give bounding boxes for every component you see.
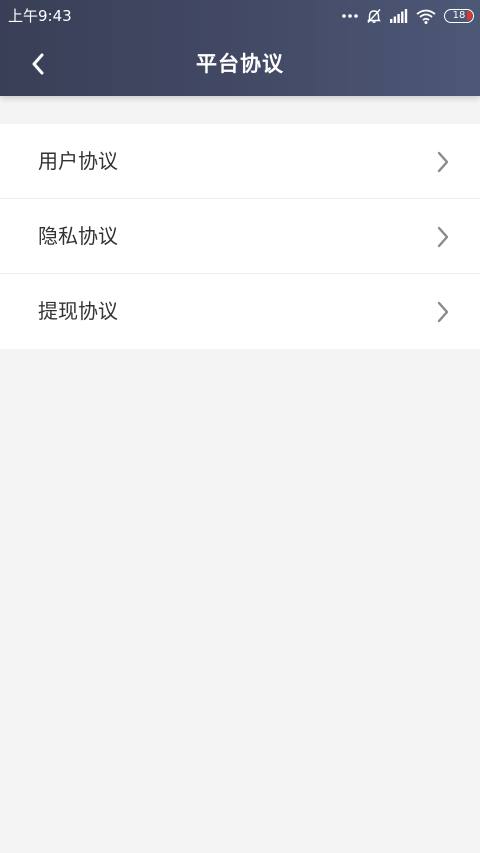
battery-level: 18 <box>452 10 466 21</box>
agreement-list: 用户协议 隐私协议 提现协议 <box>0 124 480 349</box>
page-title: 平台协议 <box>196 52 284 76</box>
signal-icon <box>390 9 408 23</box>
app-header: 上午9:43 18 平台协议 <box>0 0 480 96</box>
list-item-label: 提现协议 <box>38 299 118 323</box>
list-item-withdrawal-agreement[interactable]: 提现协议 <box>0 274 480 349</box>
status-bar: 上午9:43 18 <box>0 0 480 32</box>
more-dots-icon <box>342 14 358 18</box>
list-item-label: 用户协议 <box>38 149 118 173</box>
screen: 上午9:43 18 平台协议 用户协议 隐私协议 提现协议 <box>0 0 480 853</box>
battery-low-indicator <box>467 11 472 20</box>
chevron-right-icon <box>437 226 449 248</box>
wifi-icon <box>416 9 436 24</box>
alarm-off-icon <box>367 9 381 23</box>
battery-icon: 18 <box>444 9 474 23</box>
navigation-bar: 平台协议 <box>0 32 480 96</box>
status-time: 上午9:43 <box>8 7 72 25</box>
chevron-right-icon <box>437 151 449 173</box>
status-icons: 18 <box>342 6 474 26</box>
list-item-privacy-agreement[interactable]: 隐私协议 <box>0 199 480 274</box>
list-item-label: 隐私协议 <box>38 224 118 248</box>
chevron-right-icon <box>437 301 449 323</box>
list-item-user-agreement[interactable]: 用户协议 <box>0 124 480 199</box>
